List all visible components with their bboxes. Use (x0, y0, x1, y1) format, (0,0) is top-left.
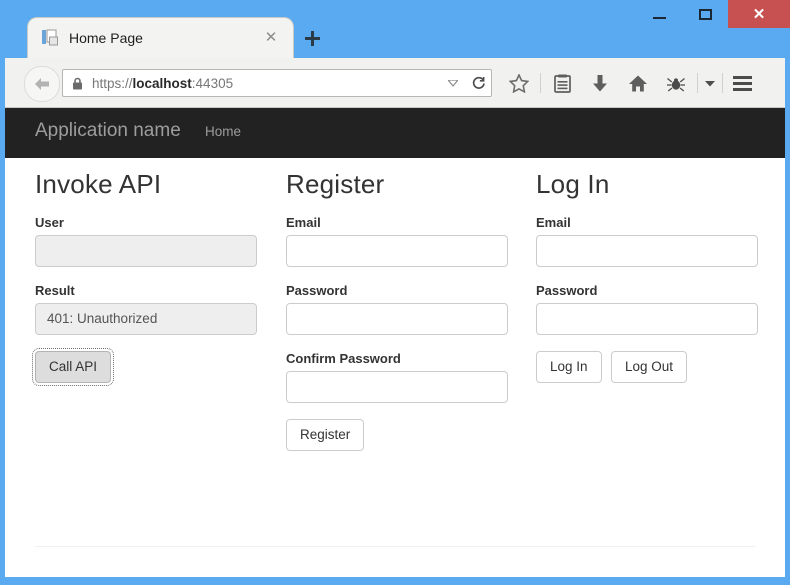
browser-window: ✕ Home Page ✕ https://localhost:44305 Ap… (0, 0, 790, 585)
toolbar-icon-group (500, 69, 759, 97)
page-favicon-icon (42, 29, 59, 47)
label-result: Result (35, 282, 75, 298)
tab-close-icon[interactable]: ✕ (263, 30, 279, 46)
result-input[interactable] (35, 302, 257, 335)
user-input[interactable] (35, 234, 257, 267)
login-password-input[interactable] (536, 302, 758, 335)
column-log-in: Log In Email Password Log In Log Out (536, 170, 758, 383)
register-button[interactable]: Register (286, 418, 365, 451)
address-bar-actions (441, 70, 491, 96)
heading-register: Register (286, 169, 385, 199)
reader-list-icon[interactable] (543, 69, 581, 97)
label-login-password: Password (536, 282, 598, 298)
column-register: Register Email Password Confirm Password… (286, 170, 508, 451)
page-viewport: Application name Home Invoke API User Re… (5, 108, 785, 577)
label-register-password: Password (286, 282, 348, 298)
label-register-email: Email (286, 214, 321, 230)
nav-link-home[interactable]: Home (205, 124, 241, 139)
register-password-input[interactable] (286, 302, 508, 335)
hamburger-menu-icon[interactable] (725, 69, 759, 97)
footer-copyright: © 2014 - My ASP.NET Application (35, 576, 237, 577)
call-api-button[interactable]: Call API (31, 347, 115, 386)
url-port: :44305 (191, 75, 234, 91)
url-scheme: https:// (92, 75, 133, 91)
overflow-chevron-down-icon[interactable] (700, 69, 720, 97)
site-brand[interactable]: Application name (35, 120, 181, 142)
address-text: https://localhost:44305 (92, 76, 233, 91)
toolbar-divider (697, 73, 698, 93)
login-email-input[interactable] (536, 234, 758, 267)
reload-icon[interactable] (465, 70, 491, 96)
tab-strip: Home Page ✕ (0, 18, 790, 58)
label-confirm-password: Confirm Password (286, 350, 401, 366)
downloads-icon[interactable] (581, 69, 619, 97)
label-login-email: Email (536, 214, 571, 230)
tab-title: Home Page (69, 30, 143, 46)
bookmark-star-icon[interactable] (500, 69, 538, 97)
heading-invoke-api: Invoke API (35, 169, 162, 199)
address-bar[interactable]: https://localhost:44305 (62, 69, 492, 97)
column-invoke-api: Invoke API User Result Call API (31, 169, 257, 386)
confirm-password-input[interactable] (286, 370, 508, 403)
new-tab-button[interactable] (299, 27, 325, 53)
lock-icon (72, 77, 83, 90)
footer-divider (35, 546, 755, 547)
log-in-button[interactable]: Log In (536, 350, 602, 383)
heading-log-in: Log In (536, 169, 610, 199)
register-email-input[interactable] (286, 234, 508, 267)
site-navbar: Application name Home (5, 108, 785, 158)
chevron-down-icon[interactable] (441, 70, 465, 96)
url-host: localhost (132, 75, 192, 91)
label-user: User (35, 214, 64, 230)
browser-toolbar: https://localhost:44305 (5, 58, 785, 108)
log-out-button[interactable]: Log Out (611, 350, 688, 383)
tab-home-page[interactable]: Home Page ✕ (28, 18, 293, 58)
toolbar-divider (540, 73, 541, 93)
home-icon[interactable] (619, 69, 657, 97)
toolbar-divider (722, 73, 723, 93)
back-button[interactable] (24, 66, 60, 102)
bug-icon[interactable] (657, 69, 695, 97)
